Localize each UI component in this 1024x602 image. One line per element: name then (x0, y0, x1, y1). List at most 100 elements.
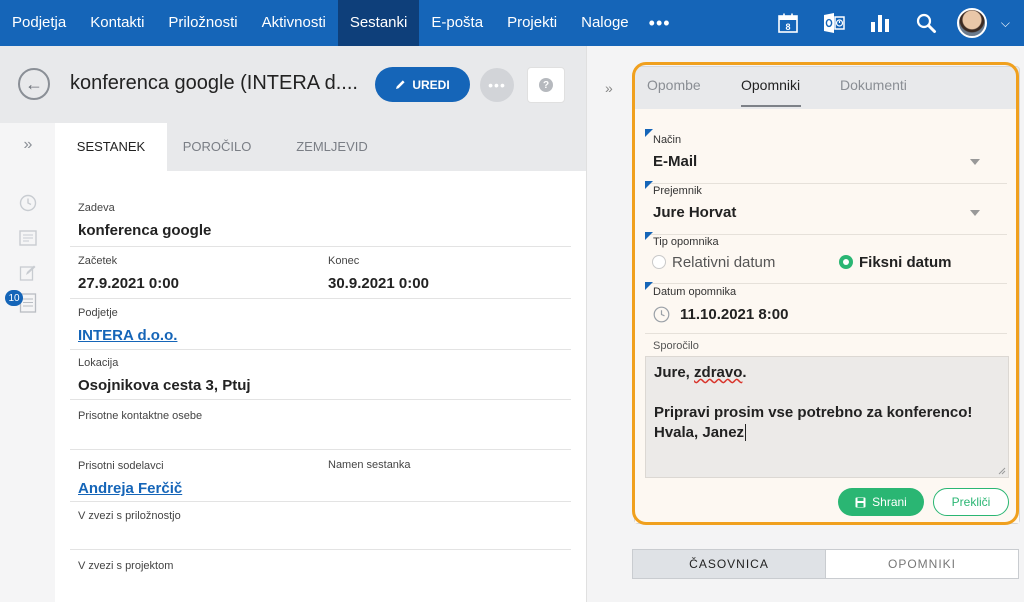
message-text: . (742, 364, 747, 381)
more-actions-button[interactable]: ••• (480, 68, 514, 102)
divider (70, 399, 571, 400)
chevron-down-icon[interactable]: ⌵ (1001, 16, 1010, 31)
nacin-select[interactable]: E-Mail (653, 153, 697, 170)
notification-badge: 10 (5, 290, 23, 306)
radio-fiksni[interactable] (839, 255, 853, 269)
chart-icon[interactable] (857, 0, 903, 46)
tab-casovnica[interactable]: ČASOVNICA (632, 549, 826, 579)
search-icon[interactable] (903, 0, 949, 46)
user-avatar[interactable] (949, 0, 995, 46)
meeting-form: Zadeva konferenca google Začetek 27.9.20… (55, 171, 586, 602)
top-navigation: Podjetja Kontakti Priložnosti Aktivnosti… (0, 0, 1024, 46)
tab-dokumenti[interactable]: Dokumenti (840, 77, 907, 93)
radio-fiksni-label[interactable]: Fiksni datum (859, 254, 952, 271)
tab-sestanek[interactable]: SESTANEK (55, 123, 167, 171)
required-marker (645, 129, 653, 137)
required-marker (645, 232, 653, 240)
divider (645, 183, 1007, 184)
edit-button-label: UREDI (412, 77, 450, 92)
nav-item-podjetja[interactable]: Podjetja (0, 0, 78, 46)
resize-handle-icon[interactable] (998, 467, 1006, 475)
tip-opomnika-label: Tip opomnika (653, 236, 719, 248)
edit-button[interactable]: UREDI (375, 67, 470, 102)
divider (645, 234, 1007, 235)
reminder-card: Opombe Opomniki Dokumenti Način E-Mail P… (634, 66, 1020, 524)
back-button[interactable]: ← (18, 68, 50, 100)
help-button[interactable]: ? (527, 67, 565, 103)
nav-item-kontakti[interactable]: Kontakti (78, 0, 156, 46)
page-title: konferenca google (INTERA d.... (70, 72, 358, 94)
edit-note-icon[interactable] (18, 263, 38, 283)
message-line: Pripravi prosim vse potrebno za konferen… (654, 404, 973, 421)
datum-opomnika-label: Datum opomnika (653, 286, 737, 298)
dropdown-caret-icon[interactable] (970, 159, 980, 165)
podjetje-link[interactable]: INTERA d.o.o. (78, 327, 177, 344)
nav-item-sestanki[interactable]: Sestanki (337, 0, 420, 46)
save-button[interactable]: Shrani (838, 488, 924, 516)
outlook-icon[interactable] (811, 0, 857, 46)
tab-opomniki-bottom[interactable]: OPOMNIKI (825, 549, 1019, 579)
pencil-icon (396, 80, 405, 89)
divider (70, 449, 571, 450)
nav-more-button[interactable]: ••• (641, 13, 679, 34)
nav-item-projekti[interactable]: Projekti (495, 0, 569, 46)
cancel-button[interactable]: Prekliči (933, 488, 1009, 516)
prejemnik-select[interactable]: Jure Horvat (653, 204, 736, 221)
nav-item-aktivnosti[interactable]: Aktivnosti (250, 0, 338, 46)
floppy-icon (855, 497, 866, 507)
card-icon[interactable] (18, 228, 38, 248)
side-panel: » Opombe Opomniki Dokumenti Način E-Mail… (586, 46, 1024, 602)
radio-relativni-label[interactable]: Relativni datum (672, 254, 775, 271)
namen-label: Namen sestanka (328, 459, 411, 471)
datum-opomnika-input[interactable]: 11.10.2021 8:00 (680, 306, 788, 323)
divider (70, 246, 571, 247)
expand-sidebar-icon[interactable]: » (18, 135, 38, 155)
divider (645, 333, 1007, 334)
divider (70, 501, 571, 502)
panel-tabs: Opombe Opomniki Dokumenti (635, 67, 1019, 109)
save-button-label: Shrani (872, 495, 907, 509)
radio-relativni[interactable] (652, 255, 666, 269)
nav-item-eposta[interactable]: E-pošta (419, 0, 495, 46)
zacetek-label: Začetek (78, 255, 118, 267)
message-line: Jure, zdravo. (654, 363, 1000, 383)
avatar (956, 8, 987, 38)
meeting-detail-pane: ← konferenca google (INTERA d.... UREDI … (0, 46, 586, 602)
tab-zemljevid[interactable]: ZEMLJEVID (287, 123, 377, 171)
divider (645, 283, 1007, 284)
divider (70, 349, 571, 350)
zadeva-label: Zadeva (78, 202, 115, 214)
calendar-icon[interactable]: 8 (765, 0, 811, 46)
reminder-form: Način E-Mail Prejemnik Jure Horvat Tip o… (635, 109, 1019, 523)
message-text: Hvala, Janez (654, 424, 745, 441)
divider (70, 298, 571, 299)
podjetje-label: Podjetje (78, 307, 118, 319)
tab-porocilo[interactable]: POROČILO (167, 123, 267, 171)
clock-icon[interactable] (18, 193, 38, 213)
help-icon: ? (539, 78, 553, 92)
calendar-day-number: 8 (785, 22, 790, 32)
message-text: Jure, (654, 364, 695, 381)
dropdown-caret-icon[interactable] (970, 210, 980, 216)
nav-item-naloge[interactable]: Naloge (569, 0, 641, 46)
tab-opomniki[interactable]: Opomniki (741, 77, 800, 93)
nacin-label: Način (653, 134, 682, 146)
prejemnik-label: Prejemnik (653, 185, 702, 197)
clock-icon (653, 306, 670, 328)
spellcheck-word: zdravo (694, 364, 743, 381)
lokacija-value: Osojnikova cesta 3, Ptuj (78, 377, 251, 394)
arrow-left-icon: ← (25, 73, 43, 94)
active-tab-indicator (741, 105, 801, 107)
kontaktne-osebe-label: Prisotne kontaktne osebe (78, 410, 203, 422)
message-textarea[interactable]: Jure, zdravo. Pripravi prosim vse potreb… (645, 356, 1009, 478)
sodelavci-link[interactable]: Andreja Ferčič (78, 480, 182, 497)
tab-opombe[interactable]: Opombe (647, 77, 701, 93)
sodelavci-label: Prisotni sodelavci (78, 460, 164, 472)
konec-value: 30.9.2021 0:00 (328, 275, 429, 292)
zadeva-value: konferenca google (78, 222, 212, 239)
message-line (654, 383, 1000, 403)
nav-item-priloznosti[interactable]: Priložnosti (156, 0, 249, 46)
collapse-panel-icon[interactable]: » (605, 80, 613, 96)
konec-label: Konec (328, 255, 360, 267)
divider (70, 549, 571, 550)
